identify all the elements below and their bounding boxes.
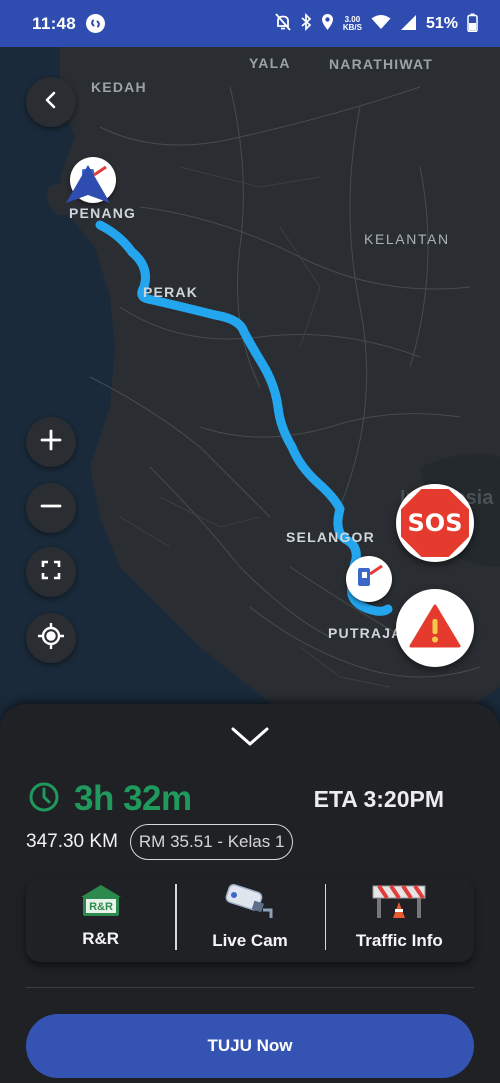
map-label-kedah: KEDAH	[91, 79, 147, 95]
location-icon	[321, 13, 334, 34]
zoom-in-button[interactable]	[26, 417, 76, 467]
cctv-camera-icon	[223, 884, 277, 925]
road-barrier-icon	[369, 884, 429, 925]
rest-area-icon: R&R	[79, 884, 123, 923]
live-cam-button[interactable]: Live Cam	[175, 878, 324, 962]
collapse-sheet-button[interactable]	[230, 726, 270, 753]
toll-gate-icon	[354, 562, 384, 597]
chevron-left-icon	[44, 91, 58, 114]
live-cam-label: Live Cam	[212, 931, 288, 950]
back-button[interactable]	[26, 77, 76, 127]
trip-eta: ETA 3:20PM	[313, 785, 444, 812]
mute-icon	[275, 13, 291, 34]
toll-fare-badge: RM 35.51 - Kelas 1	[129, 824, 294, 860]
signal-icon	[400, 14, 417, 34]
warning-triangle-icon	[409, 603, 461, 654]
crosshair-icon	[37, 622, 65, 655]
destination-toll-marker[interactable]	[346, 556, 392, 602]
map-label-yala: YALA	[249, 55, 291, 71]
duration-row: 3h 32m ETA 3:20PM	[28, 776, 468, 822]
clock-icon	[28, 781, 60, 818]
bluetooth-icon	[300, 12, 312, 34]
sos-octagon-icon: SOS	[401, 489, 469, 557]
my-location-button[interactable]	[26, 613, 76, 663]
fit-route-button[interactable]	[26, 547, 76, 597]
rest-area-icon-text: R&R	[89, 901, 113, 913]
trip-distance: 347.30 KM	[26, 831, 118, 852]
status-bar: 11:48 3.00 KB/S 51%	[0, 0, 500, 47]
battery-percent: 51%	[425, 14, 458, 32]
minus-icon	[40, 495, 62, 522]
trip-info-row: 347.30 KM RM 35.51 - Kelas 1	[26, 824, 294, 860]
status-time: 11:48	[32, 13, 77, 33]
rest-area-label: R&R	[82, 929, 120, 948]
plus-icon	[40, 429, 62, 456]
sos-label: SOS	[407, 509, 463, 537]
trip-summary-sheet: 3h 32m ETA 3:20PM 347.30 KM RM 35.51 - K…	[0, 704, 500, 1083]
tuju-now-button[interactable]: TUJU Now	[26, 1014, 474, 1078]
navigation-arrow-icon	[66, 165, 110, 210]
map-label-narathiwat: NARATHIWAT	[329, 56, 434, 72]
report-incident-button[interactable]	[396, 589, 474, 667]
wifi-icon	[371, 14, 391, 33]
route-map[interactable]: YALA NARATHIWAT KEDAH PENANG KELANTAN PE…	[0, 47, 500, 727]
traffic-info-label: Traffic Info	[355, 931, 443, 950]
map-label-perak: PERAK	[143, 284, 199, 300]
trip-duration: 3h 32m	[74, 779, 192, 818]
battery-icon	[467, 13, 478, 35]
status-icons: 3.00 KB/S 51%	[275, 12, 478, 35]
sos-button[interactable]: SOS	[396, 484, 474, 562]
sheet-divider	[26, 987, 474, 988]
fullscreen-icon	[40, 559, 62, 586]
rest-area-button[interactable]: R&R R&R	[26, 878, 175, 962]
zoom-out-button[interactable]	[26, 483, 76, 533]
shazam-icon	[86, 14, 106, 33]
net-speed: 3.00 KB/S	[342, 14, 362, 32]
map-label-selangor: SELANGOR	[286, 529, 375, 545]
map-label-kelantan: KELANTAN	[364, 231, 450, 247]
chevron-down-icon	[230, 727, 270, 752]
navigation-screen: 11:48 3.00 KB/S 51% YALA NARATHIWAT KEDA…	[0, 0, 500, 1083]
feature-shortcuts: R&R R&R Live Cam Traffic Info	[26, 878, 474, 962]
traffic-info-button[interactable]: Traffic Info	[324, 878, 474, 962]
